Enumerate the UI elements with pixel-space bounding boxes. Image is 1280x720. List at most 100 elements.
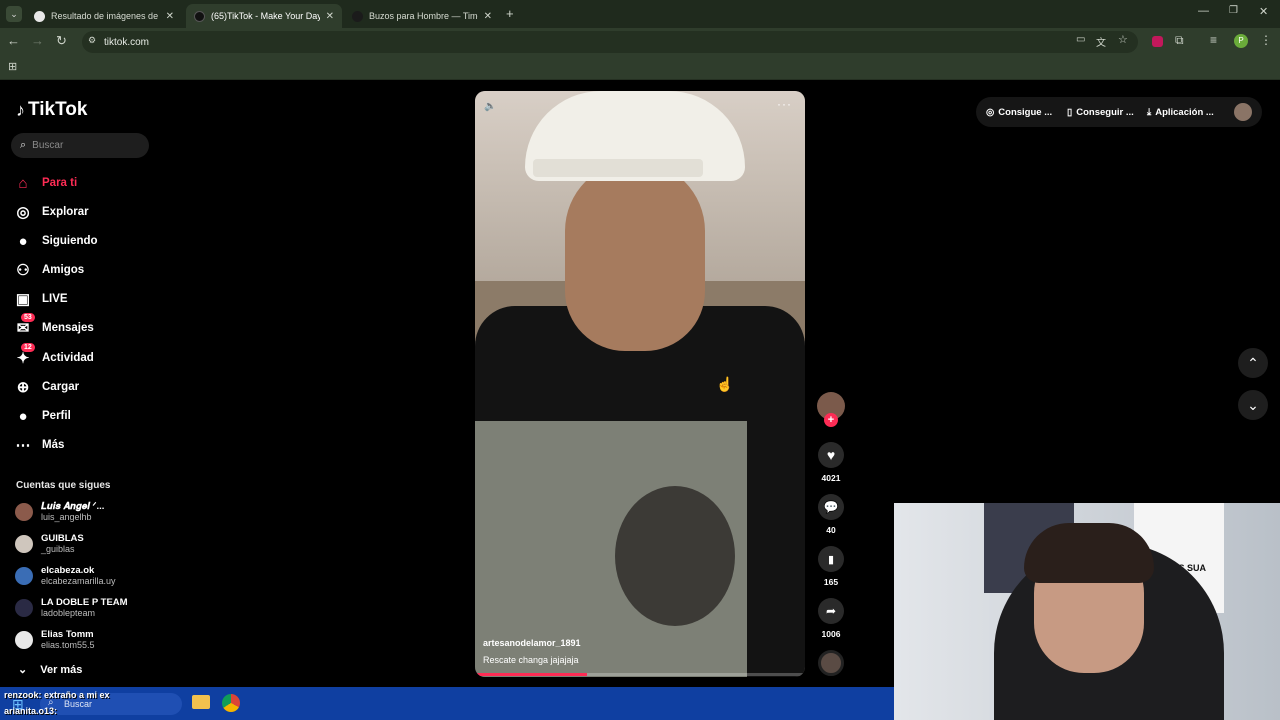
account-username: _guiblas [41,544,75,554]
following-account[interactable]: 𝑳𝒖𝒊𝒔 𝑨𝒏𝒈𝒆𝒍 ᐟ... luis_angelhb [15,501,104,523]
get-app-button[interactable]: ▯ Conseguir ... [1067,100,1134,124]
restore-icon[interactable]: ❐ [1229,5,1238,16]
tab-timeout[interactable]: Buzos para Hombre — Timeout ✕ [344,4,500,28]
chrome-icon[interactable] [222,694,240,712]
tab-title: (65)TikTok - Make Your Day [211,11,320,21]
sidebar-item-messages[interactable]: ✉ 53 Mensajes [14,313,94,339]
see-more-button[interactable]: ⌄ Ver más [18,663,82,677]
sound-disc[interactable] [818,650,844,676]
timeout-favicon-icon [352,10,363,22]
close-tab-icon[interactable]: ✕ [326,11,334,22]
save-button[interactable]: ▮ 165 [818,546,844,587]
get-coins-label: Consigue ... [998,106,1053,118]
bookmark-icon[interactable]: ▮ [818,546,844,572]
sidebar-item-activity[interactable]: ✦ 12 Actividad [14,343,94,369]
video-caption: Rescate changa jajajaja [483,655,579,665]
sidebar-item-following-avatar[interactable]: ● Siguiendo [14,230,98,252]
account-username: elcabezamarilla.uy [41,576,116,586]
sidebar-item-upload[interactable]: ⊕ Cargar [14,376,79,398]
tiktok-favicon-icon [194,10,205,22]
chat-line: arianita.o13: [4,706,57,716]
sidebar-item-more[interactable]: ⋯ Más [14,434,65,456]
logo-text: TikTok [28,99,88,120]
desktop-app-button[interactable]: ⤓ Aplicación ... [1147,100,1214,124]
coin-icon: ◎ [986,106,995,118]
volume-icon[interactable]: 🔈 [484,101,496,112]
chat-text: : extraño a mi ex [38,690,110,700]
profile-avatar-icon: ● [18,407,28,425]
extensions-puzzle-icon[interactable]: ⧉ [1175,33,1184,48]
site-info-icon[interactable]: ⚙ [88,35,96,46]
close-tab-icon[interactable]: ✕ [484,11,492,22]
profile-avatar-icon[interactable]: P [1234,34,1248,48]
minimize-icon[interactable]: — [1198,5,1209,17]
like-button[interactable]: ♥ 4021 [818,442,844,483]
previous-video-button[interactable]: ⌃ [1238,348,1268,378]
video-username[interactable]: artesanodelamor_1891 [483,638,581,648]
sidebar-item-label: Cargar [42,381,80,393]
messages-icon: ✉ 53 [14,313,35,337]
url-field[interactable]: ⚙ tiktok.com ▭ 文 ☆ [82,31,1138,53]
search-placeholder: Buscar [32,140,64,151]
sidebar-item-label: Mensajes [42,322,94,334]
tab-tiktok[interactable]: (65)TikTok - Make Your Day ✕ [186,4,342,28]
comment-icon[interactable]: 💬 [818,494,844,520]
close-tab-icon[interactable]: ✕ [166,11,174,22]
reload-icon[interactable]: ↻ [56,33,67,49]
taskbar-search-label: Buscar [64,699,93,709]
file-explorer-icon[interactable] [192,695,210,709]
bookmark-star-icon[interactable]: ☆ [1118,33,1128,46]
cast-icon[interactable]: ▭ [1076,34,1085,45]
search-input[interactable]: ⌕ Buscar [11,133,149,158]
sidebar-item-label: Explorar [42,206,89,218]
following-account[interactable]: LA DOBLE P TEAM ladoblepteam [15,597,128,619]
save-count: 165 [823,577,839,587]
more-options-icon[interactable]: ··· [777,97,792,111]
new-tab-icon[interactable]: + [506,6,514,21]
following-account[interactable]: elcabeza.ok elcabezamarilla.uy [15,565,116,587]
close-window-icon[interactable]: ✕ [1259,5,1268,18]
mouse-cursor-icon: ☝ [716,376,734,392]
sidebar-item-label: Siguiendo [42,235,98,247]
browser-menu-icon[interactable]: ⋮ [1260,33,1272,47]
sidebar-item-friends[interactable]: ⚇ Amigos [14,259,84,281]
translate-icon[interactable]: 文 [1096,34,1106,49]
chat-text: : [54,706,58,716]
tiktok-note-icon: ♪ [16,99,25,120]
webcam-frame-hair [1024,523,1154,583]
tiktok-logo[interactable]: ♪ TikTok [16,99,87,121]
sidebar-item-compass[interactable]: ◎ Explorar [14,201,89,223]
following-account[interactable]: Elias Tomm elias.tom55.5 [15,629,95,651]
sidebar-item-home[interactable]: ⌂ Para ti [14,172,77,194]
account-name: 𝑳𝒖𝒊𝒔 𝑨𝒏𝒈𝒆𝒍 ᐟ... [41,501,105,512]
account-text: GUIBLAS _guiblas [41,533,84,555]
sidebar-item-label: Amigos [42,264,85,276]
tab-search-icon[interactable]: ⌄ [6,6,22,22]
comment-button[interactable]: 💬 40 [818,494,844,535]
upload-icon: ⊕ [16,379,30,396]
reading-list-icon[interactable]: ≡ [1210,33,1217,47]
tab-google-images[interactable]: Resultado de imágenes de Goo ✕ [26,4,182,28]
sidebar-item-profile-avatar[interactable]: ● Perfil [14,405,70,427]
sidebar-item-live[interactable]: ▣ LIVE [14,288,68,310]
comment-count: 40 [826,525,836,535]
follow-plus-icon[interactable]: + [824,413,838,427]
following-account[interactable]: GUIBLAS _guiblas [15,533,84,555]
back-icon[interactable]: ← [7,33,20,48]
apps-grid-icon[interactable]: ⊞ [8,60,17,73]
creator-avatar[interactable]: + [817,392,845,427]
get-coins-button[interactable]: ◎ Consigue ... [986,100,1052,124]
tiktok-sidebar: ♪ TikTok ⌕ Buscar ⌂ Para ti ◎ Explorar ● Sigu… [0,81,160,687]
account-username: ladoblepteam [41,608,96,618]
extension-icon[interactable] [1152,36,1163,47]
share-icon[interactable]: ➦ [818,598,844,624]
notification-badge: 12 [21,343,35,352]
next-video-button[interactable]: ⌄ [1238,390,1268,420]
video-player[interactable]: 🔈 ··· artesanodelamor_1891 Rescate chang… [475,91,805,677]
forward-icon[interactable]: → [31,33,44,48]
heart-icon[interactable]: ♥ [818,442,844,468]
user-avatar[interactable] [1234,103,1252,121]
chat-user: renzook [4,690,39,700]
video-progress-bar[interactable] [475,673,805,676]
share-button[interactable]: ➦ 1006 [818,598,844,639]
